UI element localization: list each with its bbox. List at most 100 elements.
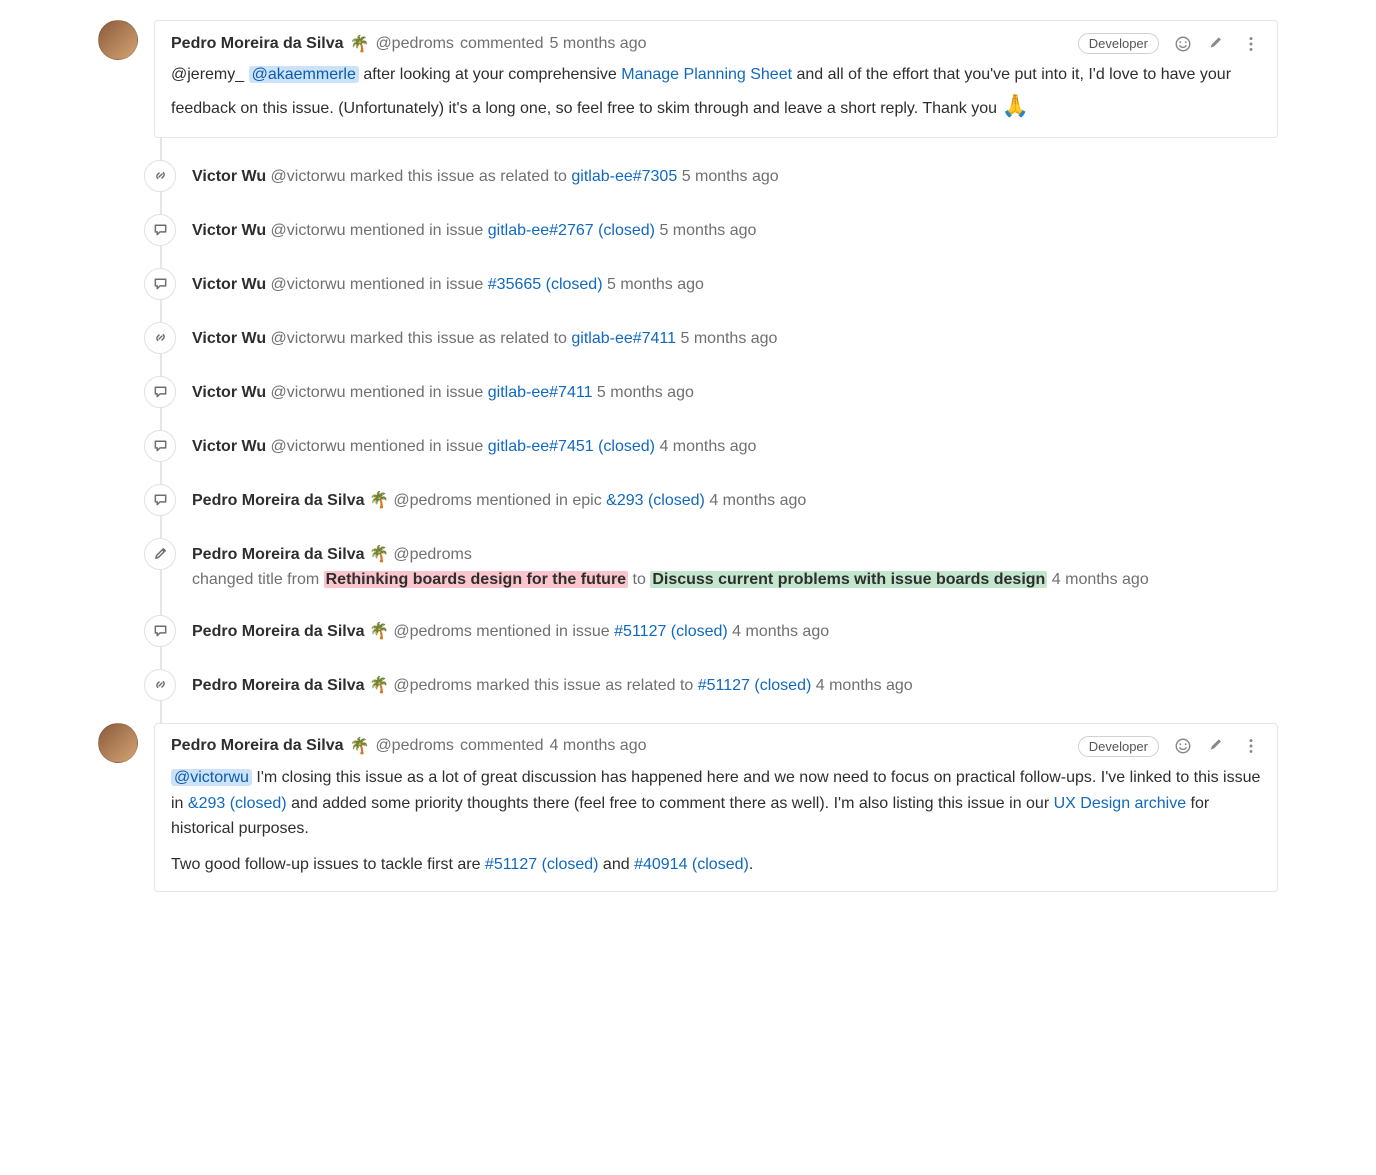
author-name[interactable]: Victor Wu — [192, 222, 266, 239]
emoji-react-button[interactable] — [1173, 34, 1193, 54]
comment-icon — [144, 484, 176, 516]
inline-link[interactable]: Manage Planning Sheet — [621, 66, 792, 83]
system-note: Pedro Moreira da Silva 🌴 @pedroms mentio… — [98, 484, 1278, 516]
author-name[interactable]: Pedro Moreira da Silva — [171, 737, 344, 755]
more-actions-button[interactable] — [1241, 34, 1261, 54]
link-icon — [144, 669, 176, 701]
comment-header: Pedro Moreira da Silva 🌴 @pedroms commen… — [171, 33, 1261, 54]
author-name[interactable]: Pedro Moreira da Silva — [192, 546, 365, 563]
note-action: mentioned in issue — [345, 438, 487, 455]
system-note: Victor Wu @victorwu mentioned in issue #… — [98, 268, 1278, 300]
system-note: Victor Wu @victorwu mentioned in issue g… — [98, 376, 1278, 408]
comment-header: Pedro Moreira da Silva 🌴 @pedroms commen… — [171, 736, 1261, 757]
reference-link[interactable]: gitlab-ee#2767 (closed) — [488, 222, 655, 239]
mention-highlight[interactable]: @akaemmerle — [249, 66, 359, 83]
system-note: Victor Wu @victorwu mentioned in issue g… — [98, 214, 1278, 246]
inline-link[interactable]: UX Design archive — [1054, 795, 1187, 812]
reference-link[interactable]: gitlab-ee#7411 — [488, 384, 593, 401]
system-note: Pedro Moreira da Silva 🌴 @pedromschanged… — [98, 538, 1278, 593]
note-action: mentioned in issue — [345, 384, 487, 401]
note-time[interactable]: 5 months ago — [659, 222, 756, 239]
author-name[interactable]: Pedro Moreira da Silva — [192, 623, 365, 640]
note-action: marked this issue as related to — [345, 168, 571, 185]
author-handle[interactable]: @victorwu — [271, 222, 346, 239]
system-note-body: Pedro Moreira da Silva 🌴 @pedromschanged… — [192, 538, 1278, 593]
comment-time[interactable]: 4 months ago — [550, 737, 647, 755]
mention-highlight[interactable]: @victorwu — [171, 769, 252, 786]
status-emoji: 🌴 — [369, 623, 389, 640]
note-time[interactable]: 4 months ago — [732, 623, 829, 640]
author-name[interactable]: Victor Wu — [192, 438, 266, 455]
link-icon — [144, 160, 176, 192]
avatar[interactable] — [98, 20, 138, 60]
inline-link[interactable]: #51127 (closed) — [485, 856, 599, 873]
system-note-body: Victor Wu @victorwu marked this issue as… — [192, 322, 1278, 352]
author-name[interactable]: Victor Wu — [192, 276, 266, 293]
link-icon — [144, 322, 176, 354]
system-note-body: Victor Wu @victorwu mentioned in issue g… — [192, 214, 1278, 244]
author-name[interactable]: Pedro Moreira da Silva — [192, 677, 365, 694]
reference-link[interactable]: #51127 (closed) — [614, 623, 728, 640]
reference-link[interactable]: gitlab-ee#7411 — [571, 330, 676, 347]
comment-body: @victorwu I'm closing this issue as a lo… — [171, 765, 1261, 877]
note-time[interactable]: 4 months ago — [816, 677, 913, 694]
author-handle[interactable]: @pedroms — [375, 737, 454, 755]
reference-link[interactable]: &293 (closed) — [606, 492, 705, 509]
comment-icon — [144, 268, 176, 300]
comment-time[interactable]: 5 months ago — [550, 35, 647, 53]
note-time[interactable]: 4 months ago — [1052, 571, 1149, 588]
author-handle[interactable]: @victorwu — [271, 276, 346, 293]
system-note-body: Victor Wu @victorwu mentioned in issue g… — [192, 430, 1278, 460]
system-note: Pedro Moreira da Silva 🌴 @pedroms mentio… — [98, 615, 1278, 647]
author-handle[interactable]: @victorwu — [271, 168, 346, 185]
comment-card: Pedro Moreira da Silva 🌴 @pedroms commen… — [98, 20, 1278, 138]
inline-link[interactable]: &293 (closed) — [188, 795, 287, 812]
author-handle[interactable]: @pedroms — [393, 677, 472, 694]
note-time[interactable]: 5 months ago — [681, 330, 778, 347]
comment-body: @jeremy_ @akaemmerle after looking at yo… — [171, 62, 1261, 123]
role-badge: Developer — [1078, 33, 1159, 54]
reference-link[interactable]: #51127 (closed) — [698, 677, 812, 694]
reference-link[interactable]: gitlab-ee#7305 — [571, 168, 677, 185]
inline-link[interactable]: #40914 (closed) — [634, 856, 749, 873]
author-handle[interactable]: @victorwu — [271, 384, 346, 401]
reference-link[interactable]: gitlab-ee#7451 (closed) — [488, 438, 655, 455]
more-actions-button[interactable] — [1241, 736, 1261, 756]
author-name[interactable]: Pedro Moreira da Silva — [192, 492, 365, 509]
author-handle[interactable]: @victorwu — [271, 438, 346, 455]
status-emoji: 🌴 — [369, 546, 389, 563]
author-name[interactable]: Pedro Moreira da Silva — [171, 35, 344, 53]
comment-icon — [144, 376, 176, 408]
system-note-body: Victor Wu @victorwu mentioned in issue #… — [192, 268, 1278, 298]
note-time[interactable]: 4 months ago — [659, 438, 756, 455]
note-time[interactable]: 5 months ago — [597, 384, 694, 401]
system-note: Victor Wu @victorwu mentioned in issue g… — [98, 430, 1278, 462]
edit-comment-button[interactable] — [1207, 34, 1227, 54]
system-note-body: Pedro Moreira da Silva 🌴 @pedroms marked… — [192, 669, 1278, 699]
status-emoji: 🌴 — [369, 677, 389, 694]
author-name[interactable]: Victor Wu — [192, 330, 266, 347]
system-note: Pedro Moreira da Silva 🌴 @pedroms marked… — [98, 669, 1278, 701]
author-handle[interactable]: @pedroms — [393, 623, 472, 640]
author-name[interactable]: Victor Wu — [192, 168, 266, 185]
text: and — [598, 856, 634, 873]
author-handle[interactable]: @pedroms — [393, 546, 472, 563]
system-note-body: Victor Wu @victorwu mentioned in issue g… — [192, 376, 1278, 406]
edit-comment-button[interactable] — [1207, 736, 1227, 756]
author-handle[interactable]: @victorwu — [271, 330, 346, 347]
avatar[interactable] — [98, 723, 138, 763]
author-handle[interactable]: @pedroms — [393, 492, 472, 509]
emoji-react-button[interactable] — [1173, 736, 1193, 756]
note-action: mentioned in epic — [472, 492, 606, 509]
author-handle[interactable]: @pedroms — [375, 35, 454, 53]
note-time[interactable]: 4 months ago — [709, 492, 806, 509]
reference-link[interactable]: #35665 (closed) — [488, 276, 603, 293]
note-time[interactable]: 5 months ago — [607, 276, 704, 293]
pencil-icon — [144, 538, 176, 570]
author-name[interactable]: Victor Wu — [192, 384, 266, 401]
title-new: Discuss current problems with issue boar… — [650, 571, 1047, 588]
comment-verb: commented — [460, 737, 544, 755]
mention[interactable]: @jeremy_ — [171, 66, 244, 83]
text: Two good follow-up issues to tackle firs… — [171, 856, 485, 873]
note-time[interactable]: 5 months ago — [682, 168, 779, 185]
